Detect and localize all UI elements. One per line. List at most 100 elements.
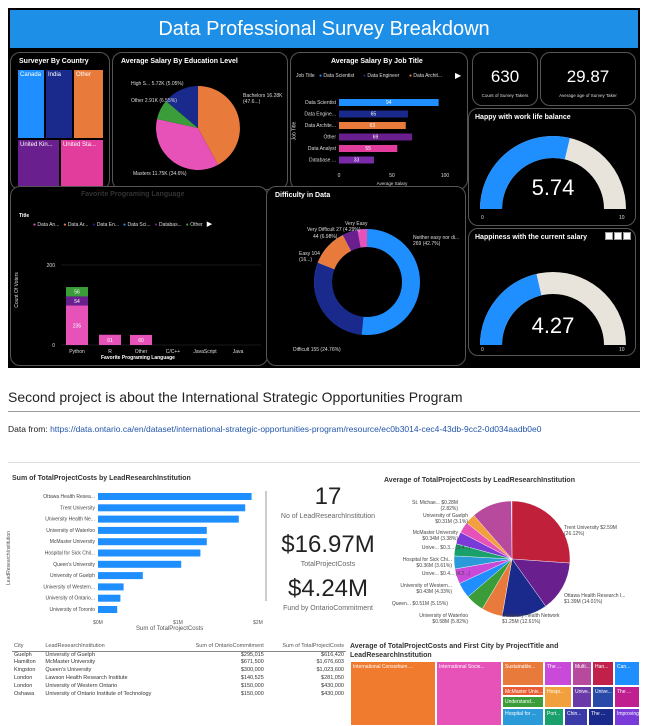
job-bar-value: 33 <box>354 158 360 164</box>
table-row[interactable]: Kingston Queen's University $300,000 $1,023… <box>12 667 346 675</box>
gauge-worklife-min: 0 <box>481 215 484 221</box>
table-cell: Queen's University <box>45 667 92 673</box>
bar2-bar <box>98 538 207 546</box>
table-header[interactable]: Sum of OntarioCommitment <box>177 643 266 652</box>
data-from-label: Data from: <box>8 424 48 434</box>
kpi-count-value: 630 <box>490 67 520 86</box>
job-bar-value: 94 <box>386 100 392 106</box>
job-card[interactable]: Average Salary By Job Title Job Title ● … <box>290 52 468 190</box>
lang-xlabel: Favorite Programing Language <box>101 355 175 361</box>
table-row[interactable]: London University of Western Ontario $150,… <box>12 683 346 691</box>
table-cell: Lawson Health Research Institute <box>45 675 128 681</box>
difficulty-donut[interactable] <box>267 187 467 367</box>
treemap-title: Average of TotalProjectCosts and First C… <box>350 643 559 659</box>
table-header[interactable]: LeadResearchInstitution <box>43 643 178 652</box>
job-tick: 0 <box>338 173 341 179</box>
treemap-cell[interactable]: McMaster Univ... <box>502 686 544 696</box>
table-cell: Guelph <box>14 651 32 658</box>
pie2-label: McMaster University $0.34M (3.38%) <box>412 530 458 542</box>
pie2-label: Unive... $0.3... (3.4...) <box>421 545 470 551</box>
language-bar-chart[interactable]: 4002000PythonROtherC/C++JavaScriptJava23… <box>11 187 269 367</box>
section-heading: Second project is about the Internationa… <box>8 389 463 405</box>
lang-bar-value: 54 <box>74 299 80 305</box>
data-source-link[interactable]: https://data.ontario.ca/en/dataset/inter… <box>50 424 541 434</box>
pie2-slice <box>511 500 571 564</box>
institution-bar-chart[interactable]: Ottawa Health Resea... Trent University Un… <box>8 463 273 638</box>
treemap-cell[interactable]: International Socie... <box>436 661 502 726</box>
dashboard-title: Data Professional Survey Breakdown <box>10 10 638 48</box>
project-treemap[interactable]: International Consortium ... Internationa… <box>350 661 640 726</box>
bar2-label: Ottawa Health Resea... <box>43 494 95 500</box>
treemap-cell[interactable]: Improving ... <box>614 708 640 726</box>
diff-label-very-difficult-count: 44 (6.98%) <box>313 234 338 240</box>
table-cell: $671,500 <box>240 659 264 665</box>
country-cell[interactable]: India <box>45 69 73 139</box>
table-row[interactable]: Oshawa University of Ontario Institute of… <box>12 691 346 699</box>
bar2-bar <box>98 549 201 557</box>
treemap-cell[interactable]: Can... <box>614 661 640 686</box>
edu-label-other: Other 2.91K (6.55%) <box>131 98 177 104</box>
treemap-cell[interactable]: The ... <box>544 661 572 686</box>
kpi-age-value: 29.87 <box>566 67 610 86</box>
gauge-salary-card[interactable]: Happiness with the current salary 4.27 0… <box>468 228 636 356</box>
lang-category-label: JavaScript <box>193 349 217 355</box>
treemap-cell[interactable]: The ... <box>588 708 614 726</box>
pie2-label: Unive... $0.4... (4.2...) <box>421 571 470 577</box>
table-header[interactable]: Sum of TotalProjectCosts <box>265 643 346 652</box>
job-bar-label: Data Analyst <box>308 146 337 152</box>
job-tick: 100 <box>441 173 450 179</box>
country-treemap[interactable]: Canada India Other United Kin... United Sta.… <box>17 69 104 187</box>
donut-very-difficult <box>342 229 362 252</box>
country-cell[interactable]: Canada <box>17 69 45 139</box>
table-cell: $1,023,600 <box>316 667 344 673</box>
country-cell[interactable]: United Kin... <box>17 139 60 187</box>
table-row[interactable]: London Lawson Health Research Institute $1… <box>12 675 346 683</box>
kpi-age-label: Average age of Survey Taker <box>559 93 617 98</box>
job-bar-label: Data Archite... <box>305 123 336 129</box>
edu-label-highschool: High S... 5.72K (5.05%) <box>131 81 184 87</box>
education-card[interactable]: Average Salary By Education Level High S… <box>112 52 288 190</box>
treemap-cell[interactable]: Unive... <box>572 686 592 708</box>
pie2-label: Ottawa Health Research I... $1.39M (14.0… <box>564 593 626 605</box>
bar2-label: University of Toronto <box>50 607 96 613</box>
job-bar-value: 69 <box>373 135 379 141</box>
treemap-cell[interactable]: Understand... <box>502 696 544 708</box>
pie2-label: Queen... $0.51M (5.15%) <box>391 601 448 607</box>
kpi-total-value: $16.97M <box>281 531 375 558</box>
gauge-salary-max: 10 <box>619 347 625 353</box>
treemap-cell[interactable]: Port... <box>544 708 564 726</box>
treemap-cell[interactable]: The ... <box>614 686 640 708</box>
treemap-cell[interactable]: International Consortium ... <box>350 661 436 726</box>
bar2-bar <box>98 606 118 613</box>
data-source: Data from: https://data.ontario.ca/en/da… <box>8 423 638 435</box>
gauge-worklife-card[interactable]: Happy with work life balance 5.74 0 10 <box>468 108 636 226</box>
pie2-label: University of Waterloo $0.58M (5.82%) <box>419 613 468 625</box>
treemap-cell[interactable]: Hospital for ... <box>502 708 544 726</box>
table-cell: Hamilton <box>14 659 36 665</box>
table-row[interactable]: Guelph University of Guelph $295,015 $616,4… <box>12 651 346 659</box>
table-row[interactable]: Hamilton McMaster University $671,500 $1,67… <box>12 659 346 667</box>
language-card[interactable]: Favorite Programing Language Title ● Dat… <box>10 186 268 366</box>
kpi-fund-value: $4.24M <box>287 575 369 602</box>
institution-table[interactable]: City LeadResearchInstitution Sum of Ontari… <box>12 643 346 699</box>
table-header[interactable]: City <box>12 643 44 652</box>
table-cell: $616,420 <box>321 651 344 658</box>
table-cell: London <box>14 683 33 689</box>
country-cell[interactable]: United Sta... <box>60 139 104 187</box>
treemap-cell[interactable]: Han... <box>592 661 614 686</box>
difficulty-card[interactable]: Difficulty in Data Very Easy Very Diffic… <box>266 186 466 366</box>
country-card[interactable]: Surveyer By Country Canada India Other Unit… <box>10 52 110 190</box>
treemap-cell[interactable]: Chin... <box>564 708 588 726</box>
lang-ytick: 200 <box>47 263 56 269</box>
divider <box>8 411 640 412</box>
treemap-cell[interactable]: Hospi... <box>544 686 572 708</box>
bar2-label: Trent University <box>60 505 95 511</box>
treemap-cell[interactable]: Sustainable... <box>502 661 544 686</box>
country-cell[interactable]: Other <box>73 69 104 139</box>
bar2-label: University of Guelph <box>50 573 95 579</box>
job-bar-chart[interactable]: Data Scientist 94 Data Engine... 65 Data Arc… <box>291 53 469 191</box>
kpi-count-label: Count of Survey Takers <box>481 93 529 98</box>
treemap-cell[interactable]: Multi... <box>572 661 592 686</box>
treemap-cell[interactable]: Unive... <box>592 686 614 708</box>
gauge-worklife-value: 5.74 <box>531 175 575 200</box>
